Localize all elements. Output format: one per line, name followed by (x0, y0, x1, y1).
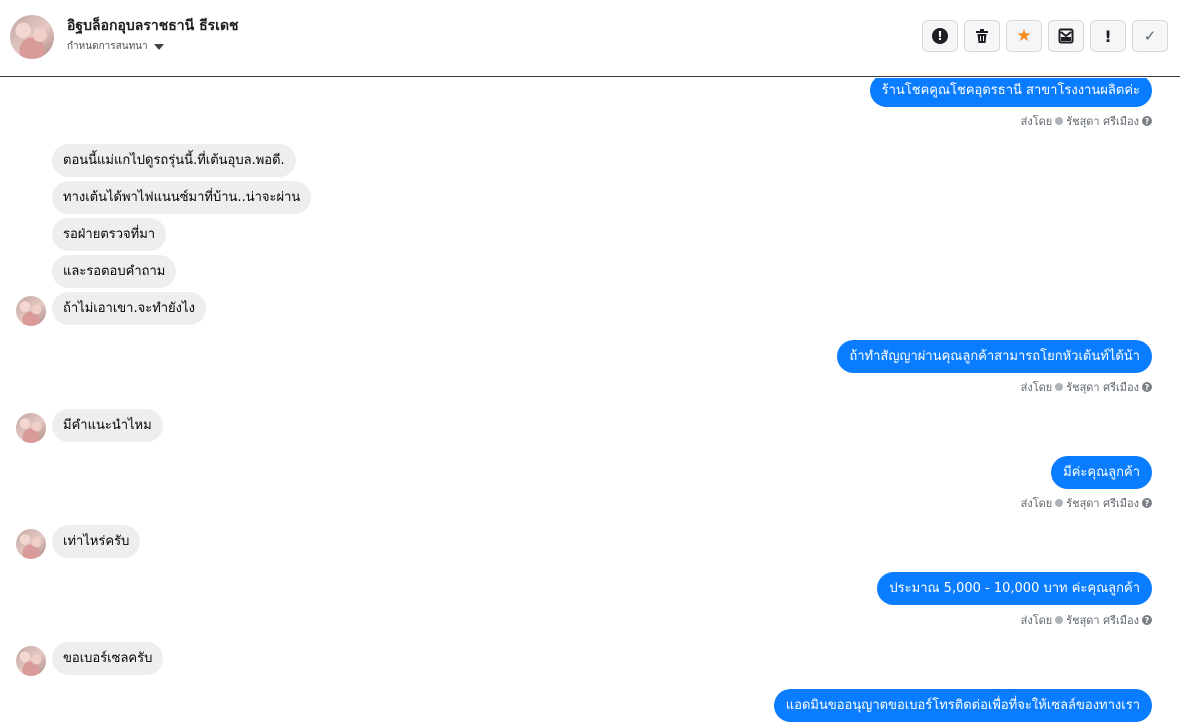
message-sender-info: ส่งโดย รัชสุดา ศรีเมือง ? (1021, 112, 1152, 130)
verified-icon (1055, 499, 1064, 507)
outgoing-message[interactable]: มีค่ะคุณลูกค้า (1051, 456, 1152, 489)
incoming-message[interactable]: รอฝ่ายตรวจที่มา (52, 218, 167, 251)
message-thread[interactable]: ร้านโชคคูณโชคอุดรธานี สาขาโรงงานผลิตค่ะ … (0, 78, 1180, 727)
alert-icon: ! (932, 28, 948, 44)
incoming-message[interactable]: ถ้าไม่เอาเขา.จะทำยังไง (52, 292, 206, 325)
outgoing-message[interactable]: ถ้าทำสัญญาผ่านคุณลูกค้าสามารถโยกหัวเต้นท… (837, 340, 1152, 373)
incoming-message[interactable]: ขอเบอร์เซลครับ (52, 642, 164, 675)
incoming-message[interactable]: ตอนนี้แม่แกไปดูรถรุ่นนี้.ที่เต้นอุบล.พอด… (52, 144, 296, 177)
star-icon: ★ (1016, 26, 1032, 46)
done-button[interactable]: ✓ (1132, 20, 1168, 52)
mark-unread-icon (1058, 28, 1074, 44)
incoming-message[interactable]: ทางเต้นได้พาไฟแนนซ์มาที่บ้าน..น่าจะผ่าน (52, 181, 312, 214)
contact-name[interactable]: อิฐบล็อกอุบลราชธานี ธีรเดช (67, 15, 239, 37)
help-icon[interactable]: ? (1142, 498, 1152, 508)
outgoing-message[interactable]: แอดมินขออนุญาตขอเบอร์โทรติดต่อเพื่อที่จะ… (773, 689, 1152, 722)
sender-avatar[interactable] (16, 296, 46, 326)
check-icon: ✓ (1143, 27, 1157, 45)
conversation-toolbar: ! ★ ! ✓ (922, 20, 1168, 52)
conversation-label: กำหนดการสนทนา (67, 41, 148, 52)
incoming-message[interactable]: มีคำแนะนำไหม (52, 409, 163, 442)
sender-avatar[interactable] (16, 529, 46, 559)
star-button[interactable]: ★ (1006, 20, 1042, 52)
important-button[interactable]: ! (1090, 20, 1126, 52)
delete-button[interactable] (964, 20, 1000, 52)
message-sender-info: ส่งโดย รัชสุดา ศรีเมือง ? (1021, 378, 1152, 396)
incoming-message[interactable]: เท่าไหร่ครับ (52, 525, 141, 558)
important-icon: ! (1104, 26, 1112, 46)
help-icon[interactable]: ? (1142, 116, 1152, 126)
contact-avatar[interactable] (10, 15, 54, 59)
conversation-header: อิฐบล็อกอุบลราชธานี ธีรเดช กำหนดการสนทนา… (0, 0, 1180, 77)
sender-avatar[interactable] (16, 413, 46, 443)
message-sender-info: ส่งโดย รัชสุดา ศรีเมือง ? (1021, 494, 1152, 512)
message-sender-info: ส่งโดย รัชสุดา ศรีเมือง ? (1021, 611, 1152, 629)
verified-icon (1055, 616, 1064, 624)
outgoing-message[interactable]: ประมาณ 5,000 - 10,000 บาท ค่ะคุณลูกค้า (877, 572, 1152, 605)
help-icon[interactable]: ? (1142, 615, 1152, 625)
caret-down-icon (153, 43, 164, 50)
trash-icon (976, 29, 988, 43)
verified-icon (1055, 117, 1064, 125)
conversation-label-dropdown[interactable]: กำหนดการสนทนา (67, 39, 164, 54)
outgoing-message[interactable]: ร้านโชคคูณโชคอุดรธานี สาขาโรงงานผลิตค่ะ (869, 78, 1152, 107)
mark-unread-button[interactable] (1048, 20, 1084, 52)
help-icon[interactable]: ? (1142, 382, 1152, 392)
verified-icon (1055, 383, 1064, 391)
report-button[interactable]: ! (922, 20, 958, 52)
incoming-message[interactable]: และรอตอบคำถาม (52, 255, 177, 288)
sender-avatar[interactable] (16, 646, 46, 676)
